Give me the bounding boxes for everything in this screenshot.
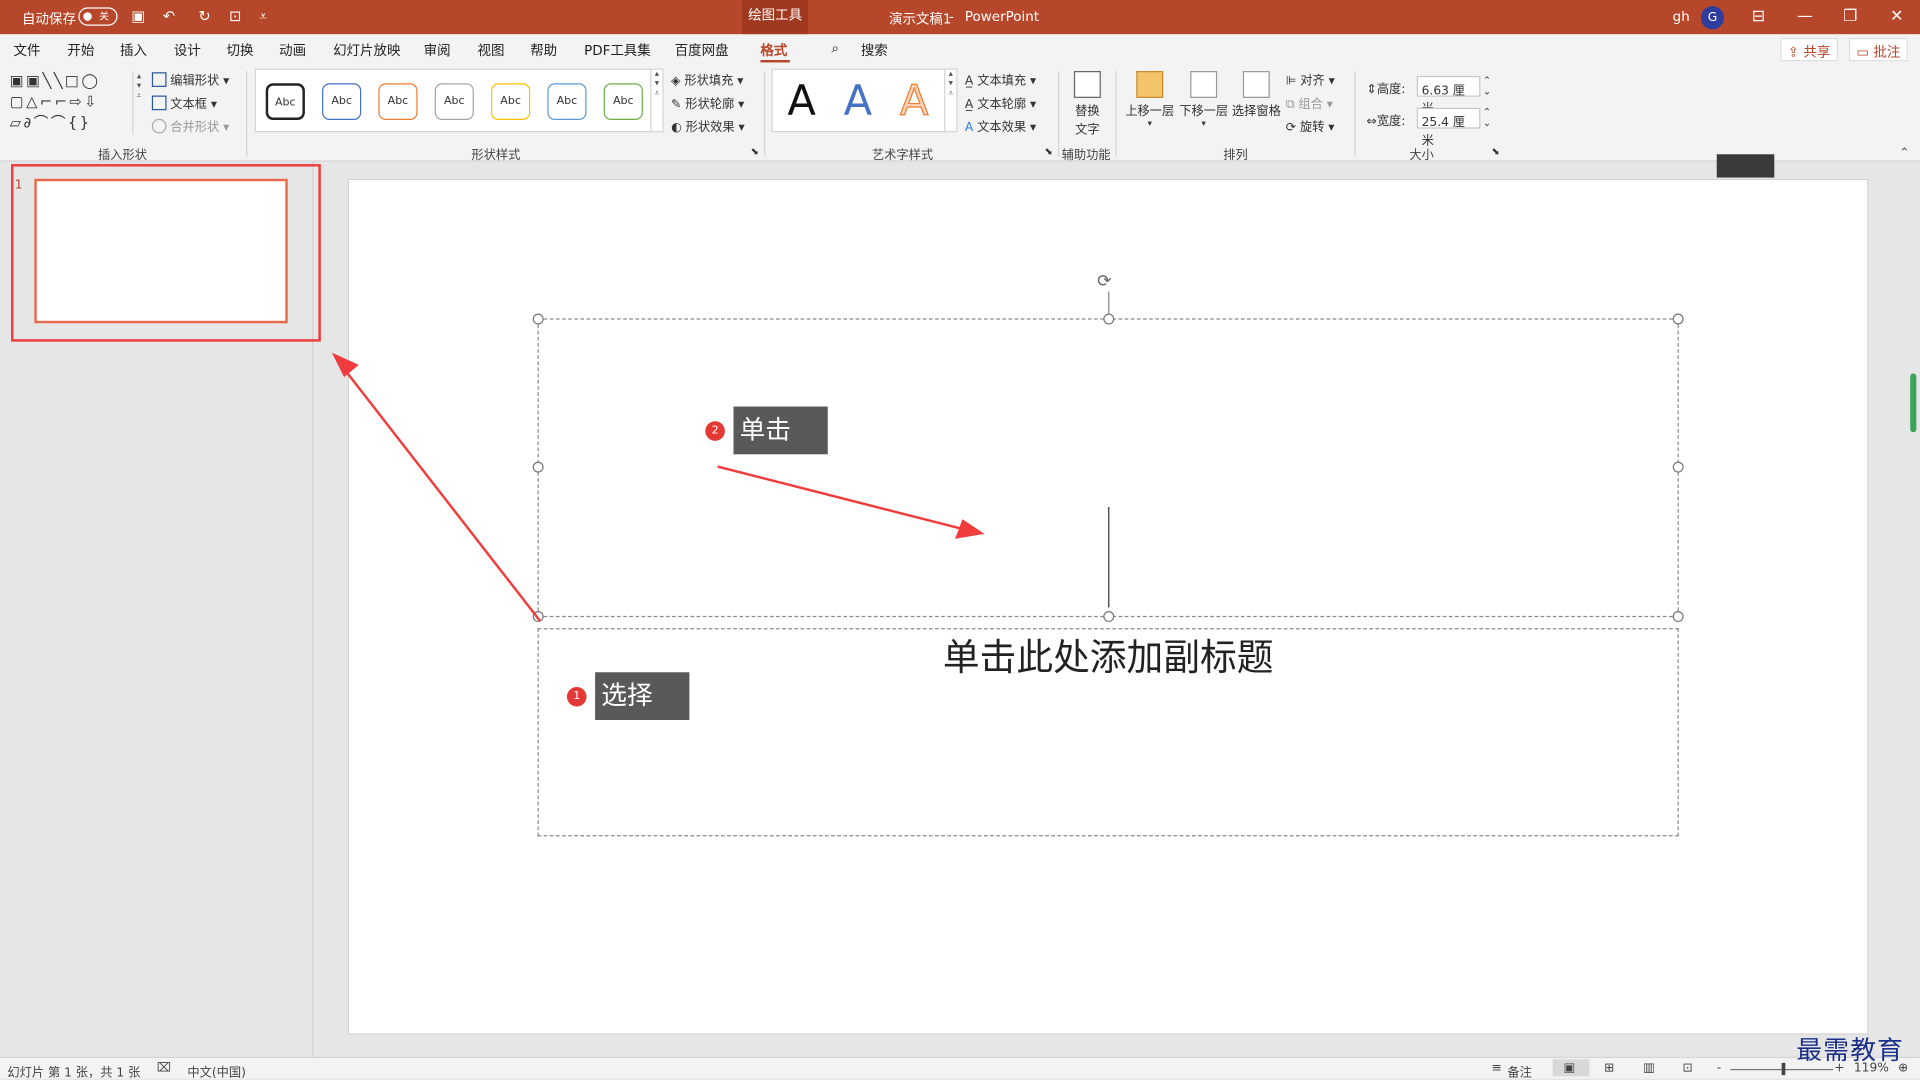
- click-callout: 单击: [733, 406, 828, 455]
- arrow-head-select: [331, 352, 359, 378]
- status-bar: 幻灯片 第 1 张，共 1 张 ⌧ 中文(中国) ≡ 备注 ▣ ⊞ ▥ ⊡ - …: [0, 1056, 1920, 1079]
- powerpoint-window: 自动保存 关 ▣ ↶ ↻ ⊡ ⩡ 绘图工具 演示文稿1 - PowerPoint…: [0, 0, 1920, 1079]
- watermark-logo: 最需教育: [1796, 1035, 1905, 1066]
- zoom-slider-thumb[interactable]: [1781, 1062, 1786, 1076]
- spellcheck-icon[interactable]: ⌧: [157, 1062, 171, 1075]
- annotation-arrows: [331, 352, 985, 622]
- notes-icon[interactable]: ≡: [1491, 1062, 1501, 1075]
- step-badge-2: 2: [705, 421, 725, 441]
- vertical-scrollbar-thumb[interactable]: [1910, 373, 1917, 433]
- slideshow-view-icon[interactable]: ⊡: [1682, 1062, 1692, 1075]
- arrow-line-click: [717, 465, 968, 532]
- slide-info: 幻灯片 第 1 张，共 1 张: [7, 1066, 141, 1079]
- reading-view-icon[interactable]: ▥: [1643, 1062, 1655, 1075]
- arrow-head-click: [955, 519, 985, 539]
- language-indicator[interactable]: 中文(中国): [187, 1062, 246, 1079]
- normal-view-icon[interactable]: ▣: [1564, 1062, 1576, 1075]
- select-callout: 选择: [595, 672, 690, 721]
- arrow-line-select: [341, 366, 541, 622]
- slide-sorter-icon[interactable]: ⊞: [1604, 1062, 1614, 1075]
- notes-button[interactable]: 备注: [1507, 1062, 1531, 1079]
- step-badge-1: 1: [566, 686, 587, 707]
- zoom-out-button[interactable]: -: [1717, 1062, 1721, 1075]
